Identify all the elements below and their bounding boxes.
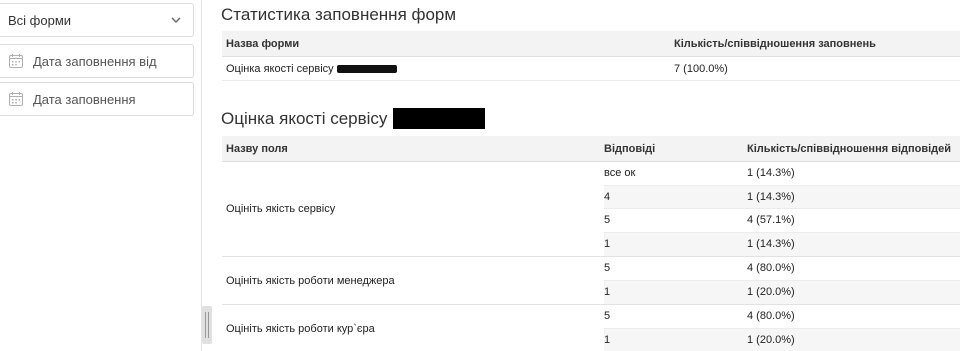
table-row[interactable]: 1 1 (14.3%) (604, 232, 960, 256)
column-header-field: Назву поля (226, 142, 288, 155)
field-group: Оцініть якість роботи менеджера 5 4 (80.… (222, 257, 960, 305)
form-select[interactable]: Всі форми (0, 3, 194, 37)
filter-panel: Всі форми Дата заповнення від Дата запов… (0, 0, 202, 351)
table-row[interactable]: 5 4 (80.0%) (604, 305, 960, 329)
answer-cell: 4 (604, 190, 611, 203)
redaction-mark (336, 64, 397, 73)
answer-count-cell: 4 (80.0%) (747, 310, 795, 323)
field-name: Оцініть якість сервісу (226, 203, 336, 215)
date-to-field[interactable]: Дата заповнення (0, 82, 194, 116)
column-header-form-name: Назва форми (226, 37, 300, 50)
stats-table: Назва форми Кількість/співвідношення зап… (222, 31, 960, 81)
stats-title: Статистика заповнення форм (221, 5, 457, 24)
chevron-down-icon (171, 17, 181, 23)
table-row[interactable]: Оцінка якості сервісу 7 (100.0%) (222, 57, 960, 81)
fill-count-cell: 7 (100.0%) (674, 62, 728, 75)
table-row[interactable]: 1 1 (20.0%) (604, 280, 960, 304)
answer-count-cell: 1 (14.3%) (747, 190, 795, 203)
answers-table-header: Назву поля Відповіді Кількість/співвідно… (222, 136, 960, 162)
answers-table: Назву поля Відповіді Кількість/співвідно… (222, 136, 960, 351)
date-to-placeholder: Дата заповнення (33, 91, 136, 107)
answer-count-cell: 1 (20.0%) (747, 286, 795, 299)
field-group: Оцініть якість роботи кур`єра 5 4 (80.0%… (222, 305, 960, 351)
answer-count-cell: 4 (80.0%) (747, 262, 795, 275)
answer-cell: 1 (604, 334, 611, 347)
answer-cell: 5 (604, 310, 611, 323)
answer-count-cell: 1 (14.3%) (747, 238, 795, 251)
answer-count-cell: 4 (57.1%) (747, 214, 795, 227)
form-name-cell: Оцінка якості сервісу (222, 63, 674, 75)
date-from-placeholder: Дата заповнення від (33, 53, 157, 69)
calendar-icon (9, 54, 23, 68)
form-name: Оцінка якості сервісу (226, 62, 334, 75)
table-row[interactable]: все ок 1 (14.3%) (604, 162, 960, 186)
answer-count-cell: 1 (14.3%) (747, 167, 795, 180)
form-detail-title: Оцінка якості сервісу (221, 108, 486, 129)
table-row[interactable]: 1 1 (20.0%) (604, 328, 960, 351)
column-header-fill-count: Кількість/співвідношення заповнень (674, 37, 876, 50)
column-header-answers: Відповіді (604, 142, 656, 155)
answer-count-cell: 1 (20.0%) (747, 334, 795, 347)
form-select-value: Всі форми (8, 12, 72, 28)
answer-cell: 5 (604, 262, 611, 275)
stats-table-header: Назва форми Кількість/співвідношення зап… (222, 31, 960, 57)
form-detail-title-text: Оцінка якості сервісу (221, 108, 388, 128)
answer-cell: 5 (604, 214, 611, 227)
answer-cell: 1 (604, 238, 611, 251)
field-name: Оцініть якість роботи менеджера (226, 274, 395, 287)
main-content: Статистика заповнення форм Назва форми К… (212, 0, 960, 351)
answer-cell: все ок (604, 167, 636, 180)
date-from-field[interactable]: Дата заповнення від (0, 44, 194, 78)
redaction-mark (393, 108, 486, 129)
field-name: Оцініть якість роботи кур`єра (226, 322, 375, 335)
answer-cell: 1 (604, 286, 611, 299)
calendar-icon (9, 92, 23, 106)
table-row[interactable]: 5 4 (80.0%) (604, 257, 960, 281)
panel-resize-handle[interactable] (202, 306, 212, 344)
field-group: Оцініть якість сервісу все ок 1 (14.3%) … (222, 162, 960, 257)
column-header-answer-count: Кількість/співвідношення відповідей (747, 142, 952, 155)
table-row[interactable]: 4 1 (14.3%) (604, 185, 960, 209)
table-row[interactable]: 5 4 (57.1%) (604, 209, 960, 233)
